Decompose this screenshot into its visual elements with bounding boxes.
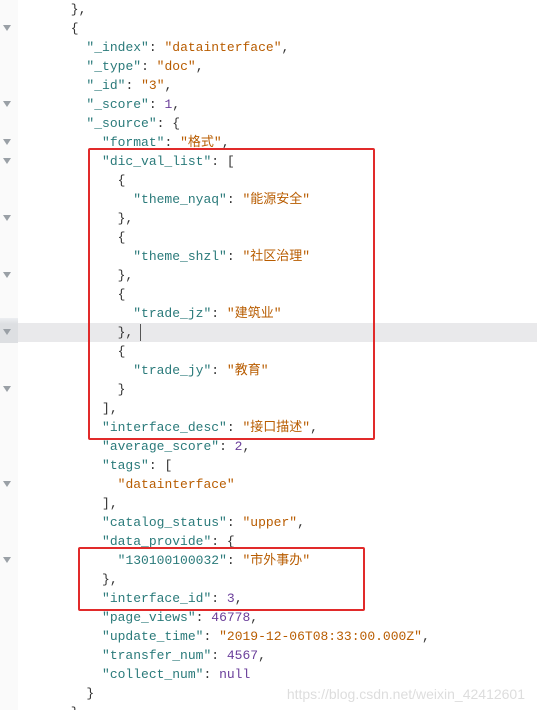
json-code[interactable]: }, { "_index": "datainterface", "_type":… [18, 0, 537, 710]
code-area[interactable]: }, { "_index": "datainterface", "_type":… [18, 0, 537, 710]
json-string: 2019-12-06T08:33:00.000Z [227, 629, 414, 644]
fold-icon[interactable] [3, 139, 11, 145]
fold-icon[interactable] [3, 272, 11, 278]
json-key: trade_jz [141, 306, 203, 321]
json-key: data_provide [110, 534, 204, 549]
json-string: datainterface [172, 40, 273, 55]
json-key: tags [110, 458, 141, 473]
json-string: 市外事办 [250, 553, 302, 568]
json-string: 教育 [235, 363, 261, 378]
json-key: interface_desc [110, 420, 219, 435]
json-editor[interactable]: }, { "_index": "datainterface", "_type":… [0, 0, 537, 710]
json-key: theme_nyaq [141, 192, 219, 207]
json-key: dic_val_list [110, 154, 204, 169]
json-key: 130100100032 [125, 553, 219, 568]
json-key: collect_num [110, 667, 196, 682]
fold-icon[interactable] [3, 481, 11, 487]
json-string: upper [250, 515, 289, 530]
fold-icon[interactable] [3, 158, 11, 164]
json-string: 社区治理 [250, 249, 302, 264]
json-key: interface_id [110, 591, 204, 606]
json-key: format [110, 135, 157, 150]
text-cursor [140, 324, 141, 341]
json-number: 46778 [211, 610, 250, 625]
fold-icon[interactable] [3, 386, 11, 392]
json-key: _type [94, 59, 133, 74]
json-key: page_views [110, 610, 188, 625]
json-key: _index [94, 40, 141, 55]
json-string: doc [164, 59, 187, 74]
fold-icon[interactable] [3, 101, 11, 107]
fold-gutter[interactable] [0, 0, 18, 710]
fold-icon[interactable] [3, 329, 11, 335]
json-key: update_time [110, 629, 196, 644]
json-key: catalog_status [110, 515, 219, 530]
json-key: trade_jy [141, 363, 203, 378]
json-key: _id [94, 78, 117, 93]
json-null: null [219, 667, 250, 682]
fold-icon[interactable] [3, 215, 11, 221]
json-key: average_score [110, 439, 211, 454]
fold-icon[interactable] [3, 25, 11, 31]
json-key: transfer_num [110, 648, 204, 663]
json-string: datainterface [125, 477, 226, 492]
json-key: _score [94, 97, 141, 112]
json-string: 建筑业 [235, 306, 274, 321]
json-string: 接口描述 [250, 420, 302, 435]
json-string: 格式 [188, 135, 214, 150]
json-key: theme_shzl [141, 249, 219, 264]
json-string: 能源安全 [250, 192, 302, 207]
fold-icon[interactable] [3, 557, 11, 563]
json-number: 4567 [227, 648, 258, 663]
json-key: _source [94, 116, 149, 131]
json-number: 3 [227, 591, 235, 606]
json-string: 3 [149, 78, 157, 93]
